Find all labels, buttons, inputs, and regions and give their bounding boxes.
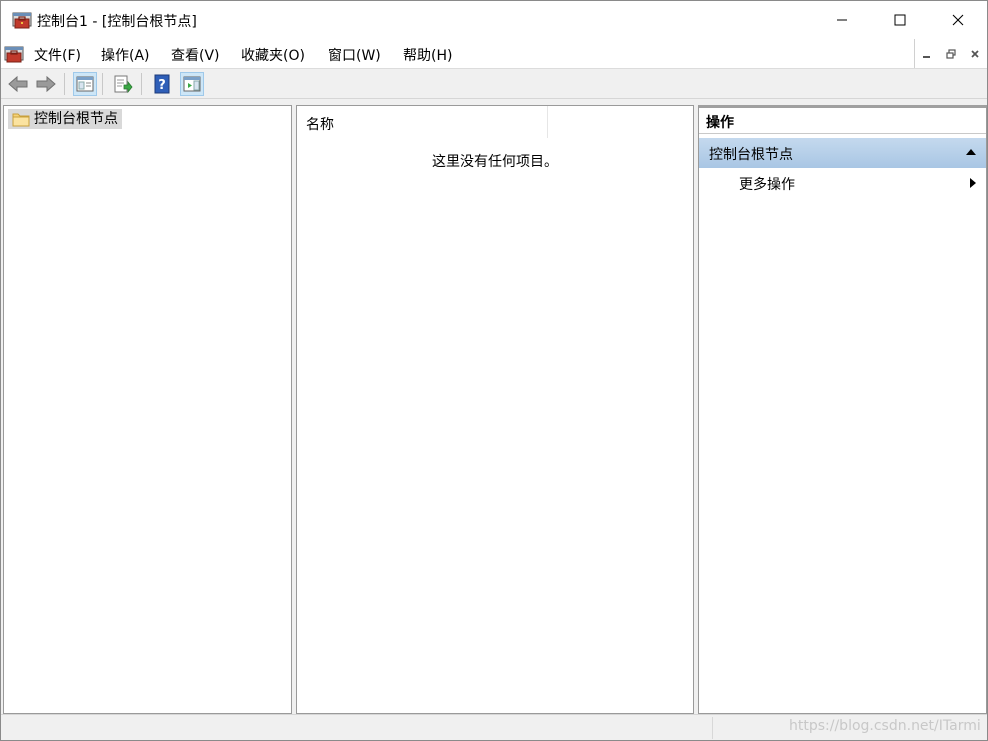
action-more-label: 更多操作 — [739, 177, 795, 193]
back-button[interactable] — [6, 72, 30, 96]
help-icon: ? — [154, 74, 170, 94]
show-hide-action-pane-button[interactable] — [180, 72, 204, 96]
mdi-close-button[interactable] — [963, 39, 987, 68]
arrow-left-icon — [8, 75, 28, 93]
minimize-icon — [837, 19, 847, 21]
help-button[interactable]: ? — [150, 72, 174, 96]
actions-title-label: 操作 — [706, 115, 734, 131]
actions-pane: 操作 控制台根节点 更多操作 — [698, 105, 987, 714]
folder-icon — [12, 111, 30, 127]
menu-favorites[interactable]: 收藏夹(O) — [241, 45, 305, 65]
mdi-restore-button[interactable] — [939, 39, 963, 68]
menu-action[interactable]: 操作(A) — [101, 45, 150, 65]
toolbar: ? — [1, 69, 987, 99]
toolbar-separator — [141, 73, 142, 95]
action-pane-icon — [183, 76, 201, 92]
results-pane: 名称 这里没有任何项目。 — [296, 105, 694, 714]
menu-window[interactable]: 窗口(W) — [328, 45, 381, 65]
window-title: 控制台1 - [控制台根节点] — [37, 14, 197, 30]
close-icon — [971, 49, 979, 58]
column-header-name[interactable]: 名称 — [297, 106, 548, 138]
minimize-button[interactable] — [813, 1, 871, 39]
maximize-button[interactable] — [871, 1, 929, 39]
submenu-arrow-icon — [970, 178, 976, 188]
toolbox-icon[interactable] — [4, 44, 24, 64]
tree-node-label: 控制台根节点 — [34, 111, 118, 127]
status-bar: https://blog.csdn.net/ITarmi — [1, 714, 987, 740]
watermark-text: https://blog.csdn.net/ITarmi — [789, 718, 981, 734]
action-more-actions[interactable]: 更多操作 — [699, 170, 986, 198]
maximize-icon — [894, 14, 906, 26]
status-separator — [712, 717, 713, 739]
console-tree-icon — [76, 76, 94, 92]
toolbox-icon[interactable] — [12, 10, 32, 30]
column-header-label: 名称 — [306, 117, 334, 133]
mmc-window: 控制台1 - [控制台根节点] 文件(F) 操作(A) 查看(V) 收藏夹(O)… — [0, 0, 988, 741]
console-tree-pane: 控制台根节点 — [3, 105, 292, 714]
restore-icon — [946, 48, 956, 59]
menu-file[interactable]: 文件(F) — [34, 45, 81, 65]
menu-view[interactable]: 查看(V) — [171, 45, 220, 65]
actions-section-header[interactable]: 控制台根节点 — [699, 138, 986, 168]
mdi-window-controls — [914, 39, 987, 68]
empty-list-message: 这里没有任何项目。 — [432, 154, 558, 170]
mdi-minimize-button[interactable] — [915, 39, 939, 68]
title-bar[interactable]: 控制台1 - [控制台根节点] — [1, 1, 987, 39]
menu-bar: 文件(F) 操作(A) 查看(V) 收藏夹(O) 窗口(W) 帮助(H) — [1, 39, 987, 69]
minimize-icon — [923, 55, 930, 58]
show-hide-tree-button[interactable] — [73, 72, 97, 96]
arrow-right-icon — [36, 75, 56, 93]
svg-text:?: ? — [158, 78, 166, 93]
export-list-icon — [114, 75, 133, 93]
close-button[interactable] — [929, 1, 987, 39]
tree-node-console-root[interactable]: 控制台根节点 — [8, 109, 122, 129]
menu-help[interactable]: 帮助(H) — [403, 45, 452, 65]
export-list-button[interactable] — [111, 72, 135, 96]
collapse-up-icon[interactable] — [965, 148, 977, 156]
close-icon — [952, 14, 964, 26]
toolbar-separator — [64, 73, 65, 95]
toolbar-separator — [102, 73, 103, 95]
actions-pane-title: 操作 — [699, 108, 986, 134]
forward-button[interactable] — [34, 72, 58, 96]
actions-section-label: 控制台根节点 — [709, 147, 793, 163]
